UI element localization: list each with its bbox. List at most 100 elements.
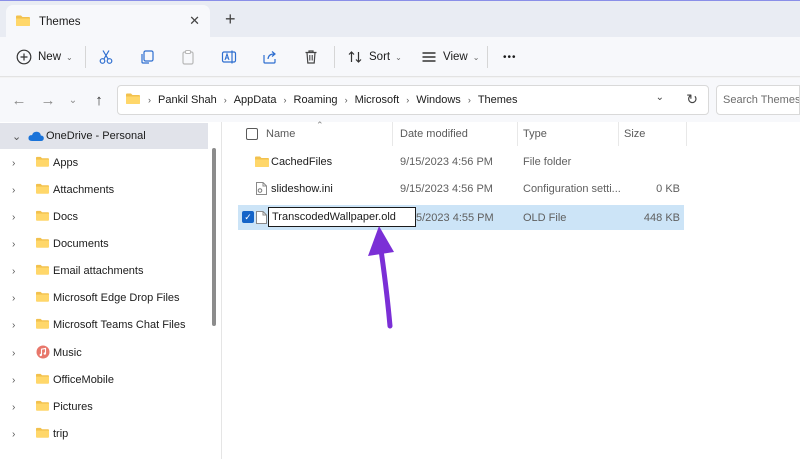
folder-icon	[36, 156, 49, 170]
chevron-down-icon: ⌄	[395, 52, 402, 62]
sort-button[interactable]: Sort ⌄	[347, 37, 402, 77]
sidebar-item-docs[interactable]: › Docs	[0, 204, 208, 230]
chevron-right-icon: ›	[467, 95, 471, 105]
paste-button[interactable]	[180, 37, 196, 77]
recent-chevron-icon[interactable]: ⌄	[63, 90, 83, 110]
refresh-icon[interactable]: ↻	[686, 91, 698, 108]
title-bar: Themes ✕ +	[0, 0, 800, 38]
music-icon	[36, 345, 50, 362]
folder-icon	[36, 210, 49, 224]
column-divider	[517, 122, 518, 146]
folder-icon	[36, 373, 49, 387]
ini-file-icon	[256, 176, 267, 201]
column-divider	[392, 122, 393, 146]
sidebar-item-label: Documents	[53, 238, 109, 250]
sidebar-item-teams-chat-files[interactable]: › Microsoft Teams Chat Files	[0, 312, 208, 338]
file-list: Name ⌃ Date modified Type Size CachedFil…	[222, 120, 800, 459]
folder-icon	[36, 318, 49, 332]
sidebar-item-label: Microsoft Teams Chat Files	[53, 319, 186, 331]
breadcrumb-item[interactable]: Windows	[416, 94, 461, 106]
sort-label: Sort	[369, 51, 391, 63]
new-button[interactable]: New ⌄	[16, 37, 73, 77]
sidebar-item-music[interactable]: › Music	[0, 340, 208, 366]
sidebar-item-label: Docs	[53, 211, 79, 223]
sidebar-item-pictures[interactable]: › Pictures	[0, 394, 208, 420]
rename-button[interactable]	[221, 37, 237, 77]
search-input[interactable]: Search Themes	[716, 85, 800, 115]
breadcrumb-item[interactable]: AppData	[234, 94, 277, 106]
sidebar-item-label: OfficeMobile	[53, 374, 114, 386]
tab-title: Themes	[39, 15, 81, 28]
breadcrumb-item[interactable]: Roaming	[294, 94, 338, 106]
file-date: 9/15/2023 4:56 PM	[400, 182, 493, 195]
sidebar-item-label: Pictures	[53, 401, 93, 413]
sidebar-item-documents[interactable]: › Documents	[0, 231, 208, 257]
column-header-type[interactable]: Type	[523, 122, 547, 146]
cut-button[interactable]	[98, 37, 114, 77]
chevron-right-icon: ›	[344, 95, 348, 105]
sidebar-item-edge-drop-files[interactable]: › Microsoft Edge Drop Files	[0, 285, 208, 311]
tab-themes[interactable]: Themes ✕	[6, 5, 210, 38]
sidebar-item-label: trip	[53, 428, 69, 440]
sidebar-scrollbar[interactable]	[212, 148, 216, 326]
back-arrow-icon[interactable]: ←	[9, 90, 29, 110]
folder-icon	[36, 400, 49, 414]
view-list-icon	[421, 49, 437, 65]
file-size: 0 KB	[656, 182, 680, 195]
table-row-selected[interactable]: ✓ TranscodedWallpaper.old 5/2023 4:55 PM…	[238, 205, 684, 230]
up-arrow-icon[interactable]: ↑	[89, 90, 109, 110]
trash-icon	[303, 49, 319, 65]
more-options-button[interactable]: •••	[503, 37, 517, 77]
chevron-right-icon: ›	[12, 428, 16, 440]
copy-button[interactable]	[139, 37, 155, 77]
row-checkbox[interactable]: ✓	[242, 211, 254, 223]
annotation-arrow-icon	[368, 226, 394, 329]
address-bar[interactable]: › Pankil Shah › AppData › Roaming › Micr…	[117, 85, 709, 115]
file-type: File folder	[523, 155, 572, 168]
toolbar-divider	[85, 46, 86, 68]
sidebar-item-label: Microsoft Edge Drop Files	[53, 292, 180, 304]
file-type: Configuration setti...	[523, 182, 621, 195]
column-divider	[686, 122, 687, 146]
view-button[interactable]: View ⌄	[421, 37, 479, 77]
toolbar-divider	[334, 46, 335, 68]
select-all-checkbox[interactable]	[246, 128, 258, 140]
chevron-right-icon: ›	[12, 347, 16, 359]
column-divider	[618, 122, 619, 146]
sidebar-item-email-attachments[interactable]: › Email attachments	[0, 258, 208, 284]
address-dropdown-icon[interactable]: ⌄	[656, 92, 664, 103]
forward-arrow-icon[interactable]: →	[38, 90, 58, 110]
breadcrumb-item[interactable]: Themes	[478, 94, 518, 106]
chevron-right-icon: ›	[223, 95, 227, 105]
folder-icon	[255, 149, 269, 174]
sidebar-item-apps[interactable]: › Apps	[0, 150, 208, 176]
column-header-name[interactable]: Name	[266, 122, 295, 146]
share-button[interactable]	[262, 37, 278, 77]
file-date: 9/15/2023 4:56 PM	[400, 155, 493, 168]
sidebar-item-trip[interactable]: › trip	[0, 421, 208, 447]
breadcrumb-item[interactable]: Microsoft	[355, 94, 400, 106]
new-tab-button[interactable]: +	[225, 9, 236, 29]
sidebar-item-label: OneDrive - Personal	[46, 130, 146, 142]
chevron-right-icon: ›	[283, 95, 287, 105]
delete-button[interactable]	[303, 37, 319, 77]
chevron-right-icon: ›	[12, 157, 16, 169]
column-header-size[interactable]: Size	[624, 122, 645, 146]
navigation-pane: ⌄ OneDrive - Personal › Apps › Attachmen…	[0, 122, 222, 459]
chevron-down-icon: ⌄	[472, 52, 480, 62]
sidebar-item-attachments[interactable]: › Attachments	[0, 177, 208, 203]
table-row[interactable]: CachedFiles 9/15/2023 4:56 PM File folde…	[238, 149, 684, 174]
table-row[interactable]: slideshow.ini 9/15/2023 4:56 PM Configur…	[238, 176, 684, 201]
chevron-right-icon: ›	[12, 265, 16, 277]
sidebar-item-onedrive[interactable]: ⌄ OneDrive - Personal	[0, 123, 208, 149]
chevron-right-icon: ›	[148, 95, 151, 105]
chevron-right-icon: ›	[12, 238, 16, 250]
column-header-date[interactable]: Date modified	[400, 122, 468, 146]
share-icon	[262, 49, 278, 65]
folder-icon	[36, 264, 49, 278]
close-tab-icon[interactable]: ✕	[189, 13, 200, 29]
folder-icon	[16, 15, 30, 29]
sidebar-item-label: Apps	[53, 157, 79, 169]
breadcrumb-item[interactable]: Pankil Shah	[158, 94, 217, 106]
sidebar-item-officemobile[interactable]: › OfficeMobile	[0, 367, 208, 393]
